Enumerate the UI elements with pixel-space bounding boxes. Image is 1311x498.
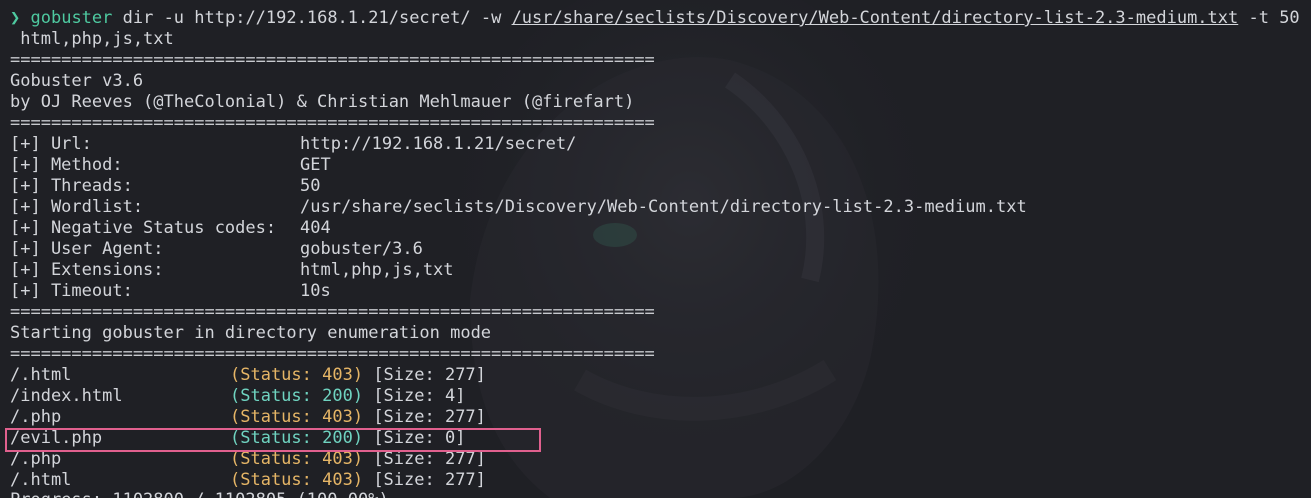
- result-status: (Status: 403): [230, 365, 364, 385]
- result-path: /index.html: [10, 386, 123, 406]
- banner-credits: by OJ Reeves (@TheColonial) & Christian …: [10, 92, 635, 112]
- rule-1: ========================================…: [10, 50, 655, 70]
- config-row-method: [+] Method: GET: [10, 155, 331, 176]
- terminal-window[interactable]: ========================================…: [0, 0, 1311, 498]
- rule-4: ========================================…: [10, 344, 655, 364]
- top-rule-cut: ========================================…: [10, 0, 655, 6]
- config-label: [+] Wordlist:: [10, 197, 144, 217]
- result-status: (Status: 200): [230, 386, 364, 406]
- config-row-url: [+] Url: http://192.168.1.21/secret/: [10, 134, 576, 155]
- result-size: [Size: 277]: [373, 407, 486, 427]
- result-size: [Size: 277]: [373, 449, 486, 469]
- banner-title: Gobuster v3.6: [10, 71, 144, 91]
- config-row-timeout: [+] Timeout: 10s: [10, 281, 331, 302]
- config-row-threads: [+] Threads: 50: [10, 176, 320, 197]
- config-value: html,php,js,txt: [300, 260, 454, 280]
- command-args-tail: -t 50 -x: [1248, 8, 1311, 28]
- command-name: gobuster: [30, 8, 113, 28]
- result-status: (Status: 403): [230, 407, 364, 427]
- config-row-user-agent: [+] User Agent: gobuster/3.6: [10, 239, 423, 260]
- config-label: [+] Threads:: [10, 176, 133, 196]
- command-args: dir -u http://192.168.1.21/secret/ -w: [112, 8, 512, 28]
- config-value: 50: [300, 176, 321, 196]
- start-message: Starting gobuster in directory enumerati…: [10, 323, 492, 343]
- result-row: /.php (Status: 403) [Size: 277]: [10, 407, 486, 428]
- result-path: /.php: [10, 449, 62, 469]
- result-status: (Status: 403): [230, 470, 364, 490]
- config-value: /usr/share/seclists/Discovery/Web-Conten…: [300, 197, 1027, 217]
- result-row: /.html (Status: 403) [Size: 277]: [10, 470, 486, 491]
- config-value: 404: [300, 218, 331, 238]
- result-path: /evil.php: [10, 428, 103, 448]
- result-status: (Status: 200): [230, 428, 364, 448]
- anime-wallpaper-image: [450, 0, 930, 498]
- progress-line: Progress: 1102800 / 1102805 (100.00%): [10, 490, 389, 498]
- result-row: /.php (Status: 403) [Size: 277]: [10, 449, 486, 470]
- result-status: (Status: 403): [230, 449, 364, 469]
- result-size: [Size: 4]: [373, 386, 466, 406]
- result-row-highlighted: /evil.php (Status: 200) [Size: 0]: [10, 428, 465, 449]
- config-row-extensions: [+] Extensions: html,php,js,txt: [10, 260, 454, 281]
- config-label: [+] Extensions:: [10, 260, 164, 280]
- prompt-arrow-icon: ❯: [10, 8, 21, 28]
- config-value: GET: [300, 155, 331, 175]
- config-row-wordlist: [+] Wordlist: /usr/share/seclists/Discove…: [10, 197, 1027, 218]
- result-path: /.html: [10, 365, 72, 385]
- config-label: [+] Method:: [10, 155, 123, 175]
- prompt-continuation: html,php,js,txt: [10, 29, 174, 49]
- result-row: /.html (Status: 403) [Size: 277]: [10, 365, 486, 386]
- result-size: [Size: 0]: [373, 428, 466, 448]
- prompt-line: ❯ gobuster dir -u http://192.168.1.21/se…: [10, 8, 1311, 29]
- result-row: /index.html (Status: 200) [Size: 4]: [10, 386, 465, 407]
- config-value: http://192.168.1.21/secret/: [300, 134, 577, 154]
- result-path: /.php: [10, 407, 62, 427]
- rule-2: ========================================…: [10, 113, 655, 133]
- result-size: [Size: 277]: [373, 470, 486, 490]
- config-row-negative-status: [+] Negative Status codes: 404: [10, 218, 331, 239]
- result-size: [Size: 277]: [373, 365, 486, 385]
- rule-3: ========================================…: [10, 302, 655, 322]
- wordlist-path-link[interactable]: /usr/share/seclists/Discovery/Web-Conten…: [512, 8, 1239, 28]
- config-label: [+] Negative Status codes:: [10, 218, 277, 238]
- config-label: [+] Url:: [10, 134, 92, 154]
- config-label: [+] User Agent:: [10, 239, 164, 259]
- config-label: [+] Timeout:: [10, 281, 133, 301]
- config-value: 10s: [300, 281, 331, 301]
- config-value: gobuster/3.6: [300, 239, 423, 259]
- result-path: /.html: [10, 470, 72, 490]
